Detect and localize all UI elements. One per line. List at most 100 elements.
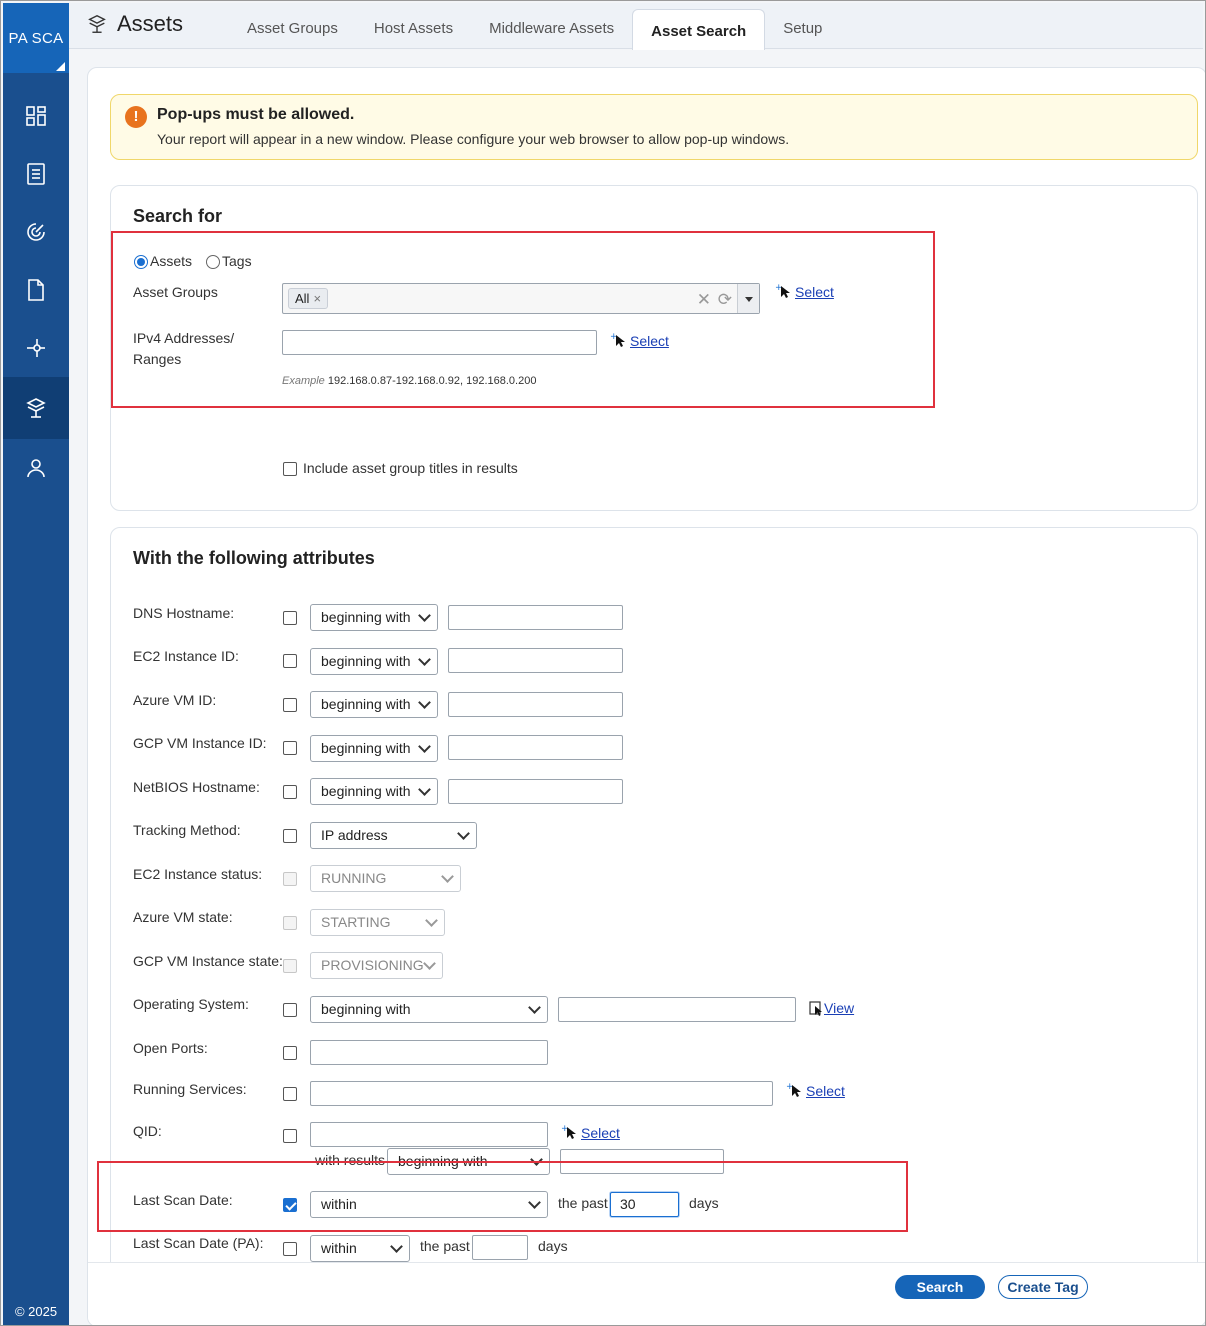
gcp-vm-instance-id-input[interactable] <box>448 735 623 760</box>
azure-state-checkbox[interactable] <box>283 916 297 930</box>
highlight-box-search-for <box>111 231 935 408</box>
dashboard-icon <box>26 106 46 126</box>
netbios-hostname-label: NetBIOS Hostname: <box>133 779 260 795</box>
azure-vm-id-input[interactable] <box>448 692 623 717</box>
assets-icon <box>26 398 46 418</box>
chevron-down-icon <box>425 914 438 927</box>
nav-scans[interactable] <box>3 203 69 261</box>
brand-logo[interactable]: PA SCA <box>3 3 69 73</box>
last-scan-date-pa-checkbox[interactable] <box>283 1242 297 1256</box>
tracking-method-value: IP address <box>321 827 388 843</box>
nav-documents[interactable] <box>3 261 69 319</box>
azure-state-value: STARTING <box>321 914 391 930</box>
highlight-box-last-scan-date <box>97 1161 908 1232</box>
open-ports-checkbox[interactable] <box>283 1046 297 1060</box>
gcp-state-label: GCP VM Instance state: <box>133 953 283 969</box>
os-view-link[interactable]: View <box>824 1000 854 1016</box>
dns-hostname-input[interactable] <box>448 605 623 630</box>
tracking-method-select[interactable]: IP address <box>310 822 477 849</box>
ec2-status-value: RUNNING <box>321 870 387 886</box>
last-scan-date-pa-the-past: the past <box>420 1238 470 1254</box>
azure-state-label: Azure VM state: <box>133 909 233 925</box>
last-scan-date-pa-operator-value: within <box>321 1240 357 1256</box>
azure-state-select[interactable]: STARTING <box>310 909 445 936</box>
tab-middleware-assets[interactable]: Middleware Assets <box>471 3 632 49</box>
running-services-label: Running Services: <box>133 1081 247 1097</box>
include-titles-label: Include asset group titles in results <box>303 460 518 476</box>
os-operator[interactable]: beginning with <box>310 996 548 1023</box>
dns-hostname-checkbox[interactable] <box>283 611 297 625</box>
create-tag-button[interactable]: Create Tag <box>998 1275 1088 1299</box>
dns-hostname-operator[interactable]: beginning with <box>310 604 438 631</box>
nav-reports[interactable] <box>3 145 69 203</box>
tracking-method-label: Tracking Method: <box>133 822 241 838</box>
include-titles-checkbox[interactable] <box>283 462 297 476</box>
qid-select-link[interactable]: Select <box>581 1125 620 1141</box>
ec2-instance-id-input[interactable] <box>448 648 623 673</box>
last-scan-date-pa-operator[interactable]: within <box>310 1235 410 1262</box>
app-window: PA SCA © 2025 Assets Asset Groups Host A… <box>0 0 1206 1326</box>
tracking-method-checkbox[interactable] <box>283 829 297 843</box>
search-for-title: Search for <box>133 206 223 226</box>
chevron-down-icon <box>418 653 431 666</box>
running-services-input[interactable] <box>310 1081 773 1106</box>
report-icon <box>27 163 45 185</box>
corner-indicator-icon <box>56 62 65 71</box>
copyright: © 2025 <box>14 1304 58 1319</box>
chevron-down-icon <box>418 696 431 709</box>
netbios-hostname-input[interactable] <box>448 779 623 804</box>
gcp-state-checkbox[interactable] <box>283 959 297 973</box>
ec2-instance-id-label: EC2 Instance ID: <box>133 648 239 664</box>
gcp-vm-instance-id-operator[interactable]: beginning with <box>310 735 438 762</box>
tab-asset-search[interactable]: Asset Search <box>632 9 766 50</box>
tab-setup[interactable]: Setup <box>765 3 840 49</box>
os-checkbox[interactable] <box>283 1003 297 1017</box>
nav-connectors[interactable] <box>3 319 69 377</box>
ec2-status-label: EC2 Instance status: <box>133 866 263 882</box>
gcp-state-value: PROVISIONING <box>321 957 424 973</box>
document-icon <box>28 279 44 301</box>
nav-dashboard[interactable] <box>3 87 69 145</box>
gcp-state-select[interactable]: PROVISIONING <box>310 952 443 979</box>
ec2-status-checkbox[interactable] <box>283 872 297 886</box>
azure-vm-id-operator-value: beginning with <box>321 696 411 712</box>
azure-vm-id-checkbox[interactable] <box>283 698 297 712</box>
netbios-hostname-operator[interactable]: beginning with <box>310 778 438 805</box>
last-scan-date-pa-label: Last Scan Date (PA): <box>133 1235 264 1251</box>
qid-label: QID: <box>133 1123 162 1139</box>
running-services-checkbox[interactable] <box>283 1087 297 1101</box>
os-input[interactable] <box>558 997 796 1022</box>
chevron-down-icon <box>418 740 431 753</box>
chevron-down-icon <box>423 957 436 970</box>
ec2-instance-id-operator[interactable]: beginning with <box>310 648 438 675</box>
connector-icon <box>27 339 45 357</box>
nav-users[interactable] <box>3 439 69 497</box>
tab-host-assets[interactable]: Host Assets <box>356 3 471 49</box>
gcp-vm-instance-id-checkbox[interactable] <box>283 741 297 755</box>
search-button[interactable]: Search <box>895 1275 985 1299</box>
qid-checkbox[interactable] <box>283 1129 297 1143</box>
netbios-hostname-checkbox[interactable] <box>283 785 297 799</box>
last-scan-date-pa-unit: days <box>538 1238 568 1254</box>
action-footer: Search Create Tag <box>88 1262 1205 1325</box>
select-cursor-icon: + <box>786 1082 801 1097</box>
attributes-title: With the following attributes <box>133 548 375 568</box>
assets-icon <box>88 14 106 33</box>
open-ports-input[interactable] <box>310 1040 548 1065</box>
nav-assets[interactable] <box>3 377 69 439</box>
azure-vm-id-operator[interactable]: beginning with <box>310 691 438 718</box>
user-icon <box>27 459 45 478</box>
gcp-vm-instance-id-operator-value: beginning with <box>321 740 411 756</box>
ec2-instance-id-checkbox[interactable] <box>283 654 297 668</box>
last-scan-date-pa-days-input[interactable] <box>472 1235 528 1260</box>
running-services-select-link[interactable]: Select <box>806 1083 845 1099</box>
alert-title: Pop-ups must be allowed. <box>157 106 355 123</box>
tab-asset-groups[interactable]: Asset Groups <box>229 3 356 49</box>
scan-icon <box>27 223 45 241</box>
qid-input[interactable] <box>310 1122 548 1147</box>
gcp-vm-instance-id-label: GCP VM Instance ID: <box>133 735 267 751</box>
chevron-down-icon <box>528 1001 541 1014</box>
ec2-status-select[interactable]: RUNNING <box>310 865 461 892</box>
popup-alert: ! Pop-ups must be allowed. Your report w… <box>110 94 1198 160</box>
topbar: Assets Asset Groups Host Assets Middlewa… <box>69 3 1203 50</box>
